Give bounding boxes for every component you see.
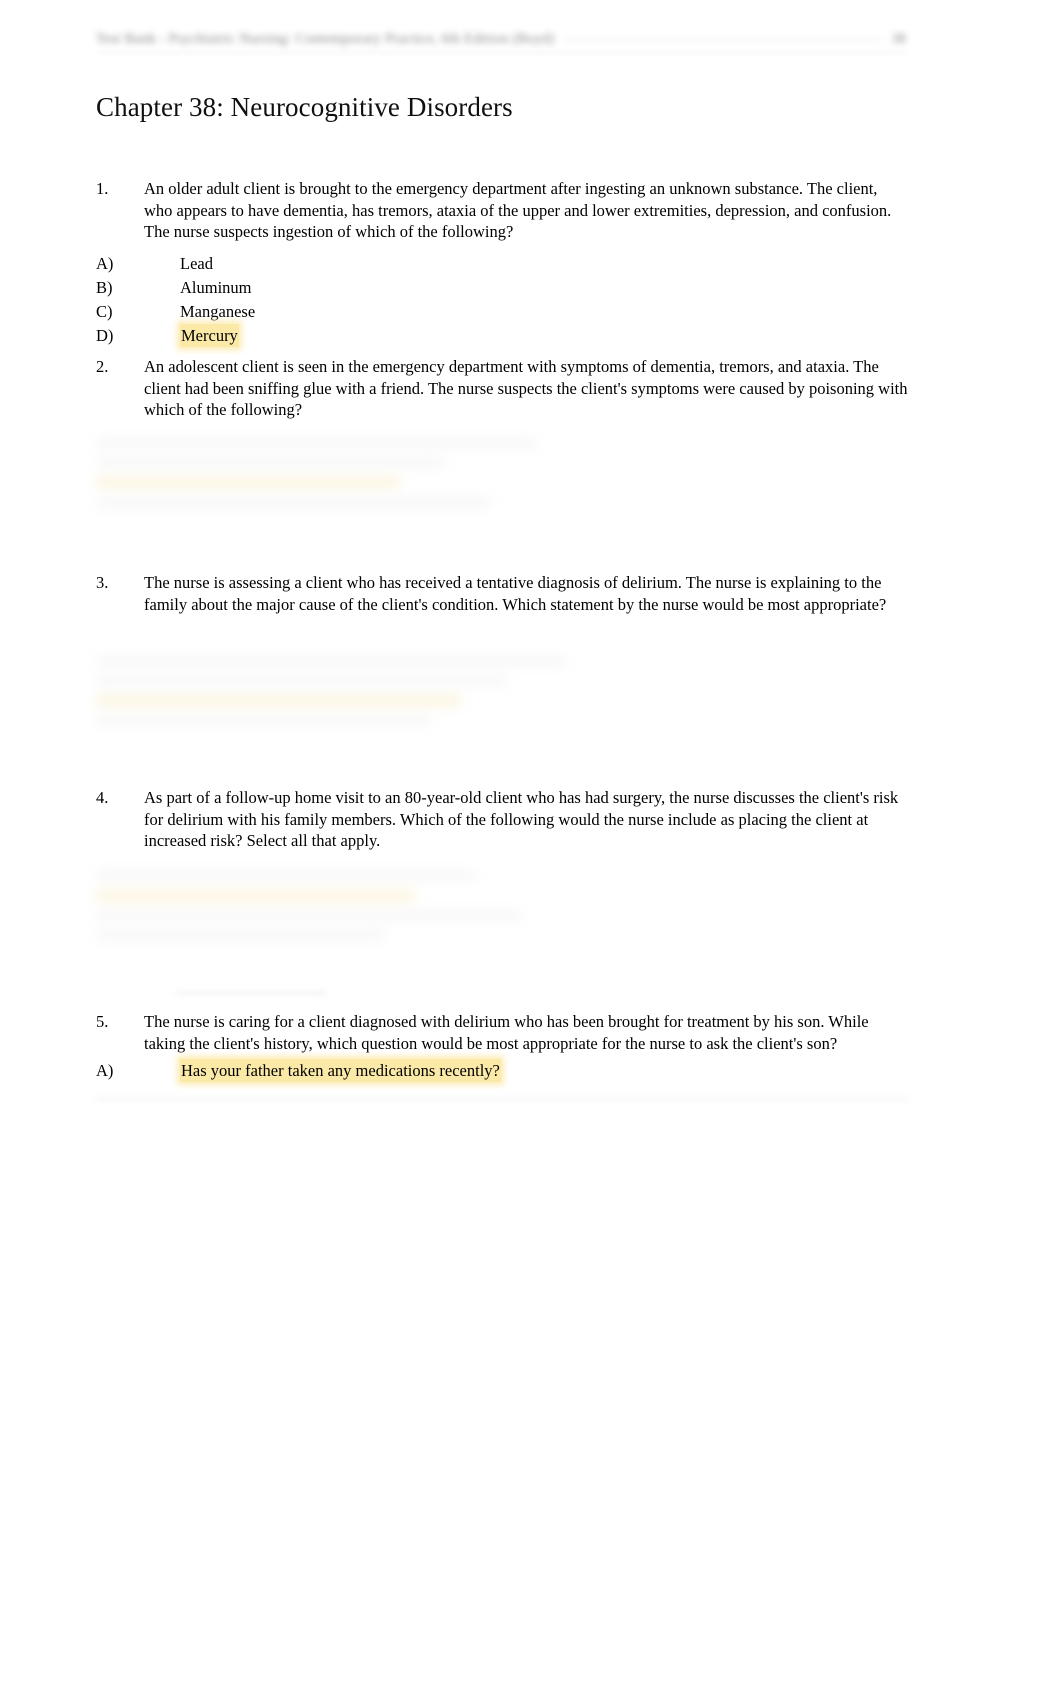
question-2: 2. An adolescent client is seen in the e…: [96, 356, 908, 421]
question-4-number: 4.: [96, 788, 109, 807]
page-title: Chapter 38: Neurocognitive Disorders: [96, 92, 513, 122]
question-4-stem-row: 4. As part of a follow-up home visit to …: [96, 787, 908, 852]
option-letter: B): [96, 277, 113, 297]
question-5-stem-row: 5. The nurse is caring for a client diag…: [96, 1011, 908, 1054]
page-header: Test Bank - Psychiatric Nursing: Contemp…: [96, 22, 906, 56]
question-1-number: 1.: [96, 179, 109, 198]
question-3-obscured-options: [96, 658, 856, 736]
obscured-line: [96, 872, 476, 879]
question-3-number: 3.: [96, 573, 109, 592]
option-letter: D): [96, 325, 114, 345]
header-underline: [96, 52, 906, 53]
header-source-text: Test Bank - Psychiatric Nursing: Contemp…: [96, 30, 555, 47]
obscured-line: [96, 459, 446, 466]
question-1-stem: An older adult client is brought to the …: [144, 179, 892, 241]
obscured-highlighted-line: [96, 696, 461, 705]
option-text-highlighted: Has your father taken any medications re…: [180, 1059, 501, 1082]
obscured-highlighted-line: [96, 478, 400, 487]
obscured-line: [96, 499, 492, 506]
question-1-option-b[interactable]: B) Aluminum: [96, 276, 908, 299]
question-1: 1. An older adult client is brought to t…: [96, 178, 908, 347]
question-2-stem: An adolescent client is seen in the emer…: [144, 357, 908, 419]
question-4: 4. As part of a follow-up home visit to …: [96, 787, 908, 852]
obscured-line: [96, 677, 507, 684]
question-1-option-d[interactable]: D) Mercury: [96, 323, 908, 347]
obscured-highlighted-line: [96, 891, 416, 900]
question-2-stem-row: 2. An adolescent client is seen in the e…: [96, 356, 908, 421]
question-3-stem: The nurse is assessing a client who has …: [144, 573, 887, 614]
question-5-stem: The nurse is caring for a client diagnos…: [144, 1012, 869, 1053]
option-letter: A): [96, 1061, 114, 1080]
question-1-option-c[interactable]: C) Manganese: [96, 300, 908, 323]
question-4-stem: As part of a follow-up home visit to an …: [144, 788, 899, 850]
option-text-highlighted: Mercury: [180, 323, 239, 347]
question-4-obscured-options: [96, 872, 856, 950]
obscured-line: [96, 912, 522, 919]
question-5-number: 5.: [96, 1012, 109, 1031]
question-3-stem-row: 3. The nurse is assessing a client who h…: [96, 572, 908, 615]
question-2-number: 2.: [96, 357, 109, 376]
obscured-line: [96, 717, 431, 724]
question-2-obscured-options: [96, 440, 856, 518]
question-5-option-a[interactable]: A) Has your father taken any medications…: [96, 1059, 908, 1082]
faint-divider: [176, 992, 326, 994]
obscured-line: [96, 440, 537, 447]
option-text: Aluminum: [180, 277, 252, 297]
question-1-stem-row: 1. An older adult client is brought to t…: [96, 178, 908, 243]
option-text: Lead: [180, 253, 213, 273]
option-text: Manganese: [180, 301, 256, 321]
option-letter: A): [96, 253, 114, 273]
obscured-line: [96, 931, 385, 938]
question-3: 3. The nurse is assessing a client who h…: [96, 572, 908, 615]
document-page: Test Bank - Psychiatric Nursing: Contemp…: [0, 0, 1062, 1686]
option-letter: C): [96, 301, 113, 321]
question-5: 5. The nurse is caring for a client diag…: [96, 1011, 908, 1082]
header-rule: [564, 38, 882, 40]
header-page-number: 38: [891, 30, 907, 47]
faint-divider: [96, 1098, 908, 1100]
question-1-option-a[interactable]: A) Lead: [96, 252, 908, 275]
obscured-line: [96, 658, 568, 665]
